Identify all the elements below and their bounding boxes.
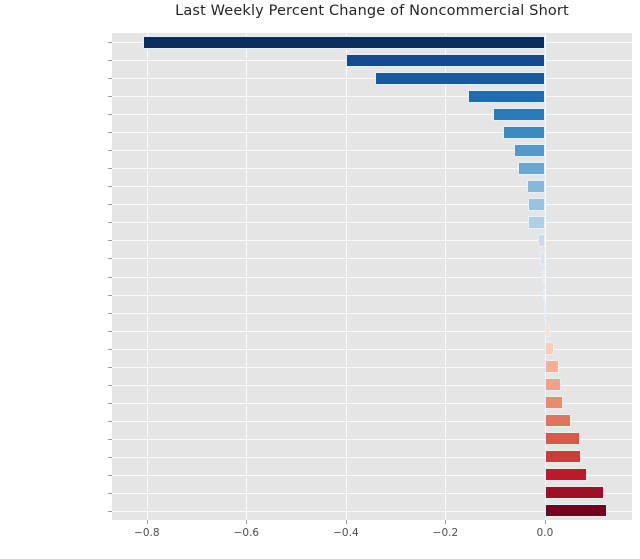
bar — [544, 396, 564, 410]
bar — [518, 161, 545, 175]
gridline-vertical — [545, 33, 546, 520]
gridline-horizontal — [112, 277, 632, 278]
bar — [541, 270, 545, 283]
gridline-horizontal — [112, 331, 632, 332]
bar — [468, 89, 545, 103]
gridline-horizontal — [112, 258, 632, 259]
gridline-horizontal — [112, 78, 632, 79]
bar — [492, 107, 545, 121]
bar — [346, 53, 545, 67]
x-axis-tick-label: 0.0 — [536, 527, 554, 539]
bar — [143, 35, 545, 49]
gridline-horizontal — [112, 222, 632, 223]
bar — [544, 486, 604, 500]
bar — [526, 179, 545, 193]
gridline-horizontal — [112, 96, 632, 97]
x-axis-tick-label: −0.4 — [333, 527, 359, 539]
gridline-horizontal — [112, 114, 632, 115]
gridline-horizontal — [112, 186, 632, 187]
plot-area — [112, 33, 632, 520]
bar — [544, 360, 559, 374]
x-axis-tick-mark — [545, 520, 546, 524]
x-axis-tick-label: −0.8 — [134, 527, 160, 539]
gridline-vertical — [147, 33, 148, 520]
gridline-horizontal — [112, 132, 632, 133]
x-axis-tick-label: −0.6 — [233, 527, 260, 539]
gridline-horizontal — [112, 204, 632, 205]
bar — [544, 324, 550, 338]
x-axis-tick-mark — [346, 520, 347, 524]
x-axis-tick-mark — [445, 520, 446, 524]
bar-chart-figure: Last Weekly Percent Change of Noncommerc… — [0, 0, 640, 559]
gridline-vertical — [346, 33, 347, 520]
bar — [544, 414, 572, 428]
gridline-horizontal — [112, 295, 632, 296]
gridline-horizontal — [112, 168, 632, 169]
bar — [542, 288, 545, 302]
bar — [544, 432, 580, 446]
bar — [543, 306, 546, 320]
bar — [503, 125, 545, 139]
bar — [544, 504, 608, 518]
bar — [375, 71, 545, 85]
bar — [528, 215, 545, 229]
bar — [514, 143, 545, 157]
gridline-vertical — [445, 33, 446, 520]
bar — [544, 468, 587, 482]
chart-title: Last Weekly Percent Change of Noncommerc… — [175, 3, 569, 19]
gridline-horizontal — [112, 349, 632, 350]
gridline-horizontal — [112, 150, 632, 151]
gridline-vertical — [246, 33, 247, 520]
bar — [539, 251, 545, 265]
x-axis-tick-mark — [246, 520, 247, 524]
bar — [544, 378, 562, 392]
x-axis-tick-mark — [147, 520, 148, 524]
gridline-horizontal — [112, 240, 632, 241]
bar — [544, 342, 554, 356]
bar — [527, 197, 545, 211]
gridline-horizontal — [112, 313, 632, 314]
x-axis-tick-label: −0.2 — [432, 527, 459, 539]
bar — [537, 233, 545, 247]
bar — [544, 450, 581, 464]
